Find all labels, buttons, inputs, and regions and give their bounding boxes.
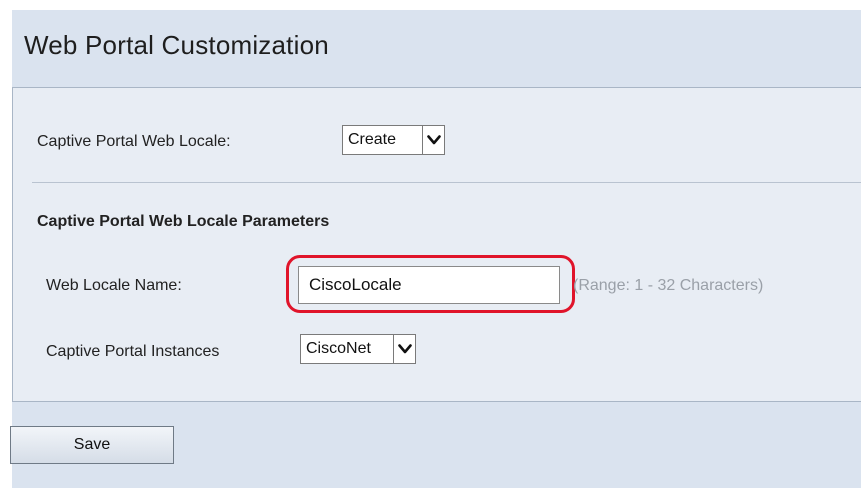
captive-portal-instances-select[interactable]: CiscoNet (300, 334, 416, 364)
web-locale-name-input[interactable] (298, 266, 560, 304)
captive-portal-instances-label: Captive Portal Instances (46, 343, 220, 360)
save-button[interactable]: Save (10, 426, 174, 464)
section-divider (32, 182, 861, 183)
chevron-down-icon[interactable] (422, 126, 444, 154)
range-hint: (Range: 1 - 32 Characters) (573, 277, 764, 294)
web-locale-select[interactable]: Create (342, 125, 445, 155)
section-heading: Captive Portal Web Locale Parameters (37, 213, 330, 230)
chevron-down-icon[interactable] (393, 335, 415, 363)
page-title: Web Portal Customization (24, 30, 329, 60)
web-locale-name-label: Web Locale Name: (46, 277, 182, 294)
instances-select-value: CiscoNet (306, 340, 371, 357)
web-locale-label: Captive Portal Web Locale: (37, 133, 231, 150)
web-locale-select-value: Create (348, 131, 397, 148)
